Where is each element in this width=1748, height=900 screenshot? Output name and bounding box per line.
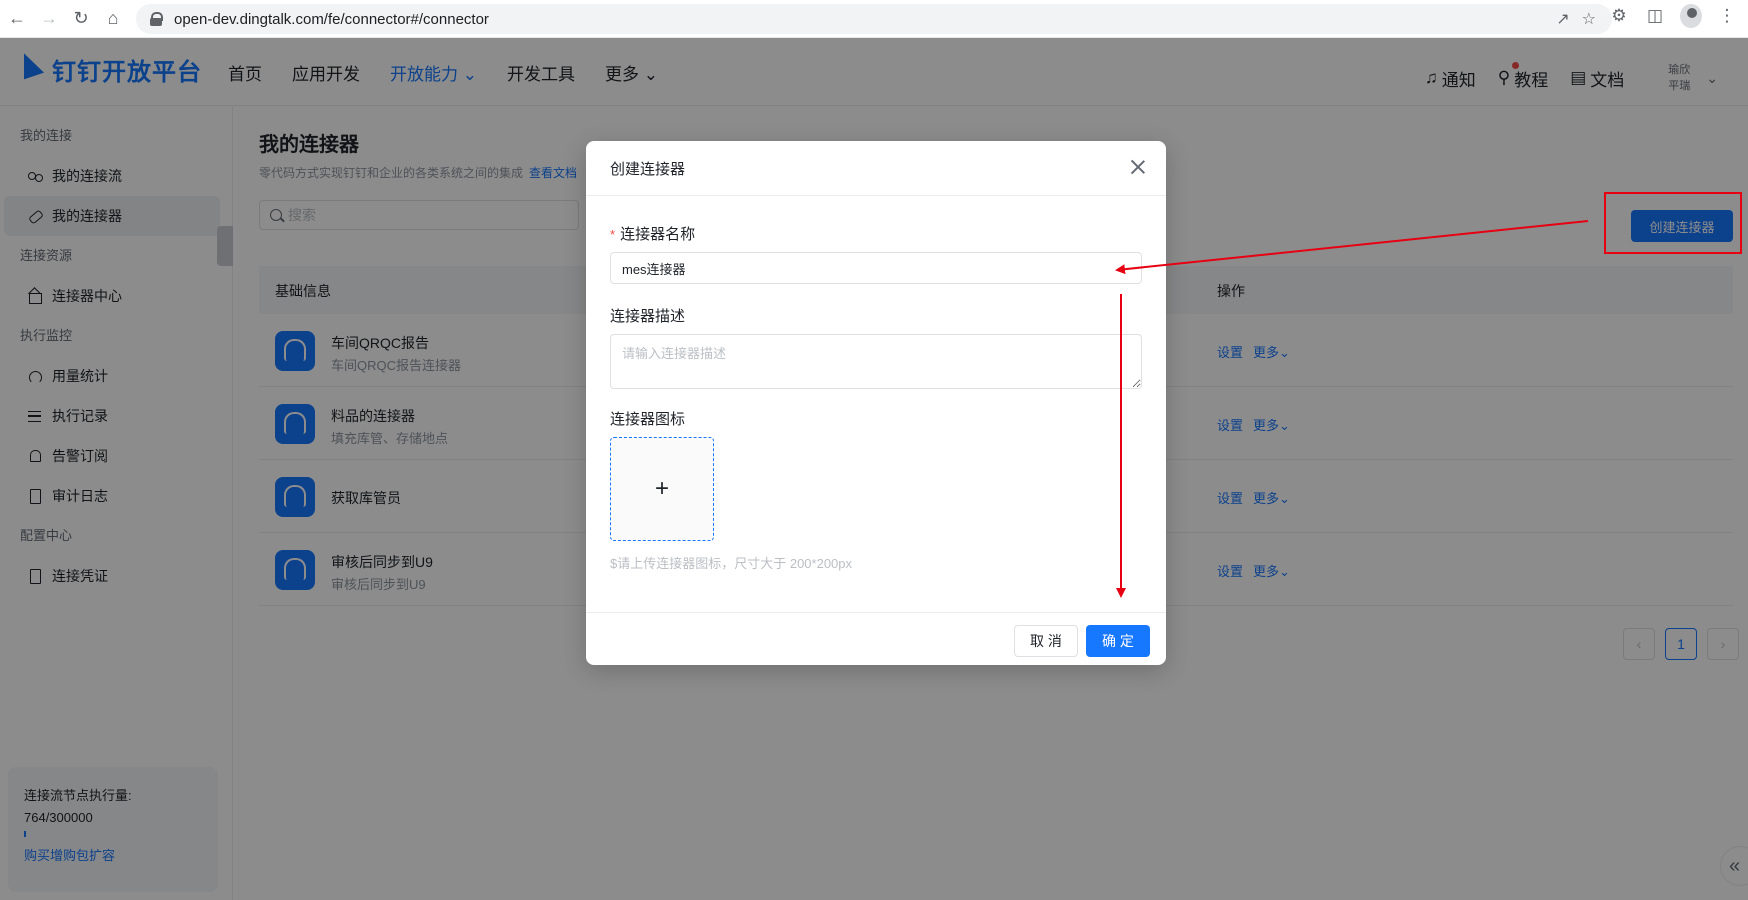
dialog-title: 创建连接器 bbox=[610, 161, 686, 178]
icon-field-label: 连接器图标 bbox=[610, 411, 686, 428]
back-icon[interactable]: ← bbox=[2, 4, 32, 34]
reload-icon[interactable]: ↻ bbox=[66, 4, 96, 34]
address-bar[interactable]: open-dev.dingtalk.com/fe/connector#/conn… bbox=[136, 4, 1612, 34]
menu-icon[interactable]: ⋮ bbox=[1716, 6, 1738, 26]
confirm-button[interactable]: 确 定 bbox=[1086, 625, 1150, 657]
cancel-button[interactable]: 取 消 bbox=[1014, 625, 1078, 657]
icon-upload[interactable]: + bbox=[610, 437, 714, 541]
connector-desc-input[interactable] bbox=[610, 334, 1142, 389]
browser-toolbar: ← → ↻ ⌂ open-dev.dingtalk.com/fe/connect… bbox=[0, 0, 1748, 38]
sidepanel-icon[interactable]: ◫ bbox=[1644, 6, 1666, 26]
close-icon[interactable] bbox=[1128, 157, 1148, 177]
required-mark: * bbox=[610, 227, 616, 242]
name-field-label: * 连接器名称 bbox=[610, 226, 696, 243]
plus-icon: + bbox=[654, 475, 669, 502]
lock-icon bbox=[150, 12, 163, 26]
dialog-footer: 取 消 确 定 bbox=[586, 612, 1166, 665]
connector-name-input[interactable] bbox=[610, 252, 1142, 284]
desc-field-label: 连接器描述 bbox=[610, 308, 686, 325]
extensions-icon[interactable]: ⚙ bbox=[1608, 6, 1630, 26]
upload-hint: $请上传连接器图标，尺寸大于 200*200px bbox=[610, 556, 853, 571]
profile-icon[interactable] bbox=[1680, 4, 1702, 28]
create-connector-dialog: 创建连接器 *连接器名称 连接器描述 连接器图标 + $请上传连接器图标，尺寸大… bbox=[586, 141, 1166, 665]
star-icon[interactable]: ☆ bbox=[1582, 9, 1596, 29]
home-icon[interactable]: ⌂ bbox=[98, 4, 128, 34]
url-text: open-dev.dingtalk.com/fe/connector#/conn… bbox=[174, 10, 489, 28]
forward-icon[interactable]: → bbox=[34, 4, 64, 34]
share-icon[interactable]: ↗ bbox=[1556, 9, 1569, 29]
dialog-header: 创建连接器 bbox=[586, 141, 1166, 196]
